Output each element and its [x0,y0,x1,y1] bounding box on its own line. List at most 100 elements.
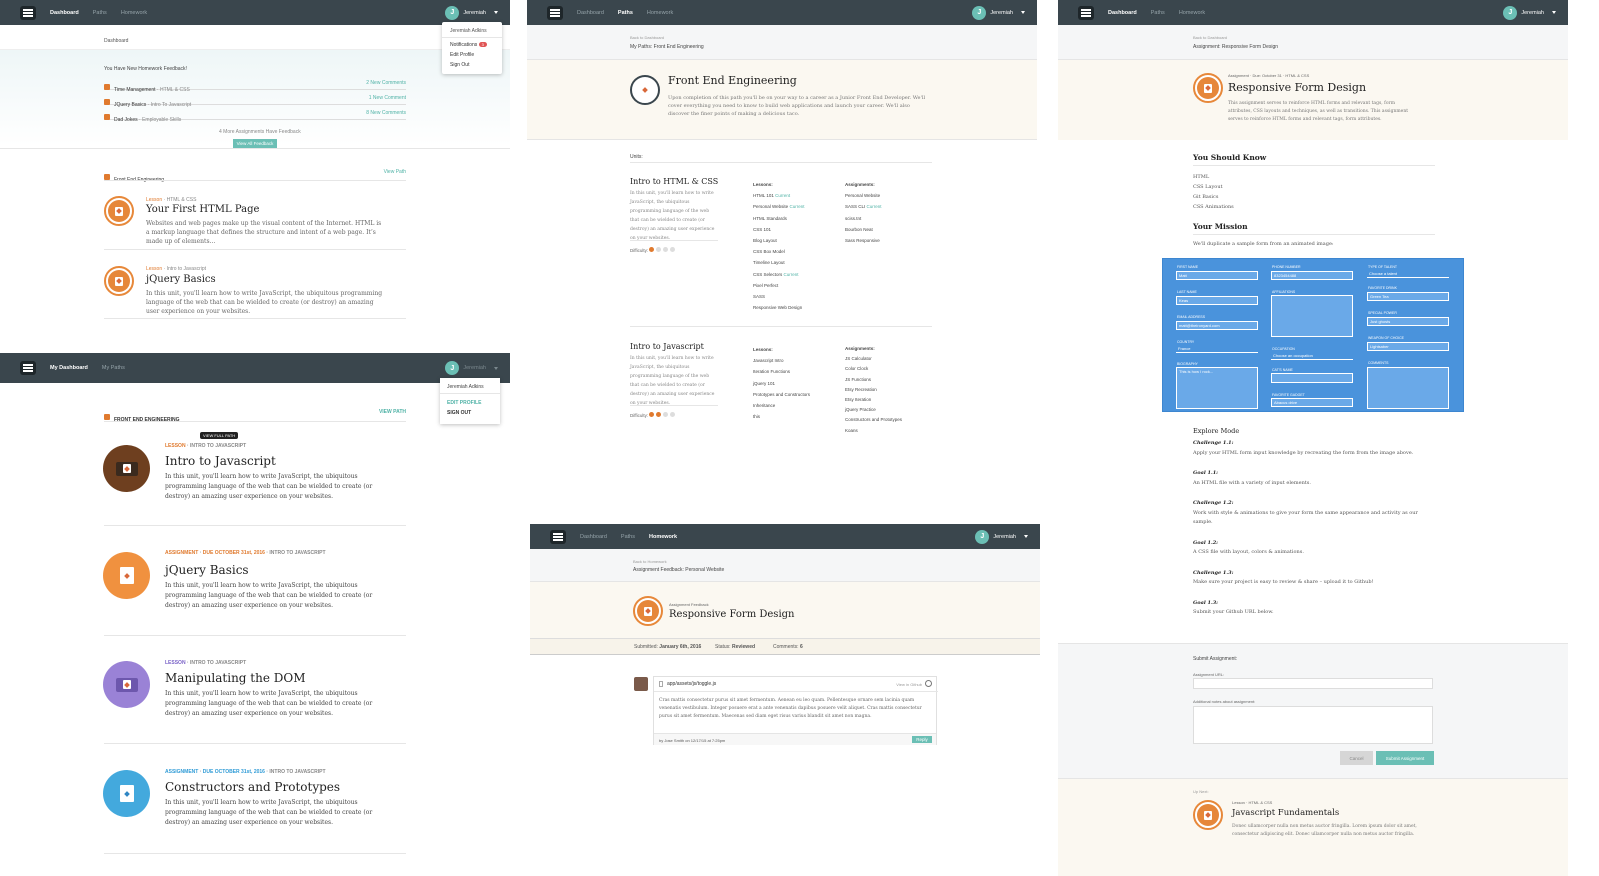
lesson-title[interactable]: Your First HTML Page [146,204,259,215]
lesson-link[interactable]: CSS Box Model [753,246,804,257]
next-title[interactable]: Javascript Fundamentals [1232,808,1339,818]
assignment-link[interactable]: SASS CLI Current [845,201,882,212]
edit-profile-link[interactable]: Edit Profile [450,52,474,58]
assignment-link[interactable]: jQuery Practice [845,405,902,415]
assignment-url-input[interactable] [1193,678,1433,689]
nav-paths[interactable]: Paths [93,10,107,16]
nav-my-paths[interactable]: My Paths [102,365,125,371]
user-dropdown: Jeremiah Adkins EDIT PROFILE SIGN OUT [440,378,500,424]
user-menu-toggle[interactable]: J Jeremiah [975,529,1028,544]
assignment-link[interactable]: Personal Website [845,190,882,201]
logo-icon[interactable] [20,361,36,375]
user-menu-toggle[interactable]: J Jeremiah [445,361,498,375]
user-name: Jeremiah [1521,9,1544,16]
nav-my-dashboard[interactable]: My Dashboard [50,365,88,371]
sign-out-link[interactable]: Sign Out [450,62,469,68]
lesson-link[interactable]: Inheritance [753,400,810,411]
assignment-link[interactable]: Constructors and Prototypes [845,415,902,425]
assignment-link[interactable]: Koans [845,426,902,436]
feedback-row[interactable]: Time Management · HTML & CSS 2 New Comme… [104,78,406,93]
commenter-avatar [634,677,648,691]
lesson-title[interactable]: jQuery Basics [146,274,216,285]
logo-icon[interactable] [1078,5,1094,20]
cancel-button[interactable]: Cancel [1340,751,1373,765]
lesson-meta: Lesson · HTML & CSS [146,197,197,203]
view-all-feedback-button[interactable]: View All Feedback [233,139,277,148]
user-menu-toggle[interactable]: J Jeremiah [1503,5,1556,20]
logo-icon[interactable] [20,5,36,20]
lesson-link[interactable]: this [753,411,810,422]
reply-button[interactable]: Reply [912,736,932,743]
lesson-link[interactable]: Timeline Layout [753,257,804,268]
assignment-link[interactable]: Sass Responsive [845,235,882,246]
assignment-title[interactable]: jQuery Basics [165,563,249,577]
submit-assignment-button[interactable]: Submit Assignment [1376,751,1434,765]
assignment-link[interactable]: Etsy Recreation [845,385,902,395]
logo-icon[interactable] [547,5,563,20]
back-link[interactable]: Back to Dashboard [630,35,664,40]
lesson-link[interactable]: Iteration Functions [753,366,810,377]
feedback-heading: You Have New Homework Feedback! [104,66,187,72]
view-path-link[interactable]: View Path [384,169,406,175]
view-in-github-link[interactable]: View in Github [896,682,922,687]
nav-dashboard[interactable]: Dashboard [580,534,607,540]
lesson-link[interactable]: Blog Layout [753,235,804,246]
nav-paths[interactable]: Paths [1151,10,1165,16]
dashboard-panel: Dashboard Paths Homework J Jeremiah Dash… [0,0,510,353]
assignment-link[interactable]: Bourbon Neat [845,224,882,235]
path-icon [104,413,110,420]
assignment-link[interactable]: JS Calculator [845,354,902,364]
lesson-title[interactable]: Intro to Javascript [165,454,276,468]
user-name: Jeremiah [990,9,1013,16]
unit-title[interactable]: Intro to Javascript [630,342,704,351]
feedback-row[interactable]: JQuery Basics · Intro To Javascript 1 Ne… [104,93,406,108]
nav-dashboard[interactable]: Dashboard [50,10,79,16]
back-link[interactable]: Back to Homework [633,559,667,564]
nav-homework[interactable]: Homework [1179,10,1205,16]
assignment-title[interactable]: Constructors and Prototypes [165,780,340,794]
feedback-row[interactable]: Dad Jokes · Employable Skills 8 New Comm… [104,108,406,123]
lesson-link[interactable]: HTML Standards [753,213,804,224]
nav-homework[interactable]: Homework [647,10,673,16]
nav-homework[interactable]: Homework [121,10,147,16]
lesson-link[interactable]: Prototypes and Constructors [753,389,810,400]
assignment-desc: In this unit, you'll learn how to write … [165,582,373,609]
notes-textarea[interactable] [1193,706,1433,744]
nav-paths[interactable]: Paths [621,534,635,540]
lesson-icon [115,206,123,216]
nav-homework[interactable]: Homework [649,534,677,540]
up-next-label: Up Next: [1193,789,1209,794]
assignment-link[interactable]: JS Functions [845,375,902,385]
lesson-link[interactable]: Responsive Web Design [753,302,804,313]
lesson-title[interactable]: Manipulating the DOM [165,671,306,685]
chevron-down-icon [1024,535,1028,538]
file-path[interactable]: app/assets/js/toggle.js [667,681,716,687]
nav-dashboard[interactable]: Dashboard [1108,10,1137,16]
logo-icon[interactable] [550,529,566,544]
user-menu-toggle[interactable]: J Jeremiah [972,5,1025,20]
sign-out-link[interactable]: SIGN OUT [447,410,471,416]
github-icon[interactable] [925,680,932,687]
top-nav: Dashboard Paths Homework J Jeremiah [0,0,510,25]
lesson-link[interactable]: CSS Selectors Current [753,269,804,280]
user-menu-toggle[interactable]: J Jeremiah [445,5,498,20]
lesson-link[interactable]: SASS [753,291,804,302]
lesson-link[interactable]: jQuery 101 [753,378,810,389]
lesson-link[interactable]: Pixel Perfect [753,280,804,291]
edit-profile-link[interactable]: EDIT PROFILE [447,400,481,406]
lesson-link[interactable]: Javascript Intro [753,355,810,366]
lesson-link[interactable]: CSS 101 [753,224,804,235]
view-path-link[interactable]: VIEW PATH [379,409,406,415]
back-link[interactable]: Back to Dashboard [1193,35,1227,40]
assignment-icon [1204,83,1212,93]
lesson-link[interactable]: HTML 101 Current [753,190,804,201]
path-icon [630,75,660,105]
nav-paths[interactable]: Paths [618,10,633,16]
lesson-link[interactable]: Personal Website Current [753,201,804,212]
assignment-link[interactable]: Color Clock [845,364,902,374]
assignment-link[interactable]: sciss.tnt [845,213,882,224]
nav-dashboard[interactable]: Dashboard [577,10,604,16]
notifications-link[interactable]: Notifications 3 [450,42,487,48]
assignment-link[interactable]: Etsy Iteration [845,395,902,405]
unit-title[interactable]: Intro to HTML & CSS [630,177,718,186]
